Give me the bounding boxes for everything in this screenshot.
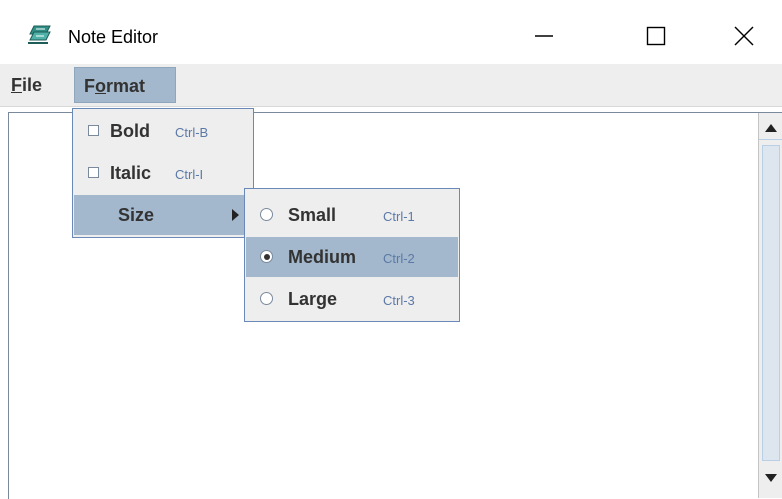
- menu-item-bold[interactable]: Bold Ctrl-B: [74, 111, 252, 151]
- arrow-up-icon: [765, 124, 777, 132]
- menu-item-accelerator: Ctrl-1: [383, 209, 415, 224]
- bold-checkbox-icon: [88, 125, 99, 136]
- small-radio-icon: [260, 208, 273, 221]
- menu-item-label: Large: [288, 289, 338, 309]
- close-button[interactable]: [714, 8, 774, 64]
- menu-item-size[interactable]: Size: [74, 195, 252, 235]
- menu-item-accelerator: Ctrl-I: [175, 167, 204, 182]
- notepad-app-icon: [28, 25, 51, 44]
- menu-item-accelerator: Ctrl-2: [383, 251, 415, 266]
- italic-checkbox-icon: [88, 167, 99, 178]
- menu-item-accelerator: Ctrl-3: [383, 293, 415, 308]
- maximize-button[interactable]: [626, 8, 686, 64]
- menu-item-label: Italic: [110, 163, 152, 183]
- menu-item-italic[interactable]: Italic Ctrl-I: [74, 153, 252, 193]
- submenu-arrow-icon: [232, 209, 239, 221]
- scroll-up-button[interactable]: [759, 117, 782, 140]
- close-icon: [734, 26, 754, 46]
- menu-item-accelerator: Ctrl-B: [175, 125, 209, 140]
- minimize-button[interactable]: [514, 8, 574, 64]
- menu-item-label: Bold: [110, 121, 150, 141]
- menu-file-label: ile: [22, 75, 43, 95]
- menu-format-label-start: F: [84, 76, 95, 96]
- menu-item-label: Size: [118, 205, 155, 225]
- menu-item-label: Medium: [288, 247, 357, 267]
- vertical-scrollbar[interactable]: [758, 113, 782, 498]
- size-submenu-popup: Small Ctrl-1 Medium Ctrl-2 Large Ctrl-3: [244, 188, 460, 322]
- menu-item-medium[interactable]: Medium Ctrl-2: [246, 237, 458, 277]
- menu-format[interactable]: Format: [74, 67, 176, 103]
- window-title: Note Editor: [68, 27, 159, 47]
- menu-item-large[interactable]: Large Ctrl-3: [246, 279, 458, 319]
- menu-bar: File Format: [0, 64, 782, 107]
- menu-format-label: rmat: [106, 76, 146, 96]
- maximize-icon: [646, 26, 666, 46]
- menu-file[interactable]: File: [3, 67, 65, 103]
- title-bar: Note Editor: [0, 0, 782, 64]
- menu-item-label: Small: [288, 205, 337, 225]
- menu-format-mnemonic: o: [95, 76, 106, 96]
- large-radio-icon: [260, 292, 273, 305]
- arrow-down-icon: [765, 474, 777, 482]
- format-menu-popup: Bold Ctrl-B Italic Ctrl-I Size: [72, 108, 254, 238]
- minimize-icon: [535, 35, 553, 37]
- scroll-track[interactable]: [762, 145, 780, 461]
- menu-item-small[interactable]: Small Ctrl-1: [246, 195, 458, 235]
- menu-file-mnemonic: F: [11, 75, 22, 95]
- medium-radio-selected-icon: [260, 250, 273, 263]
- scroll-down-button[interactable]: [759, 467, 782, 489]
